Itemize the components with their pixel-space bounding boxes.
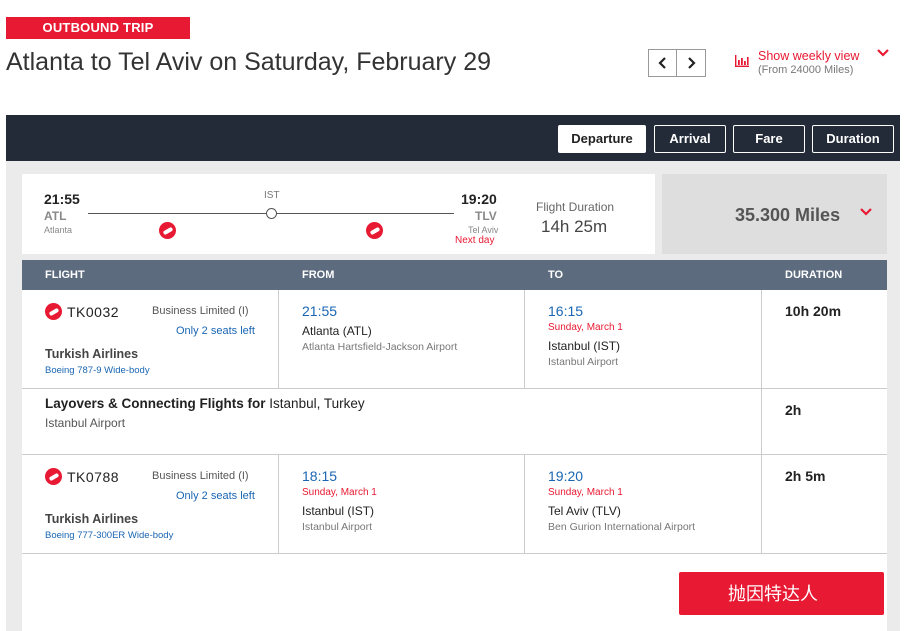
to-airport: Istanbul Airport [548, 356, 619, 368]
segment-duration: 10h 20m [785, 303, 842, 319]
cabin-class: Business Limited (I) [152, 470, 249, 482]
turkish-airlines-logo-icon [45, 468, 62, 485]
to-airport: Ben Gurion International Airport [548, 521, 696, 533]
to-date: Sunday, March 1 [548, 487, 623, 498]
layover-heading: Layovers & Connecting Flights for [45, 396, 266, 411]
divider [22, 454, 887, 455]
arrival-city: Tel Aviv [468, 225, 499, 235]
miles-price-toggle[interactable]: 35.300 Miles [662, 174, 887, 254]
from-city: Atlanta (ATL) [302, 324, 372, 338]
from-airport: Atlanta Hartsfield-Jackson Airport [302, 341, 458, 353]
layover-title: Layovers & Connecting Flights for Istanb… [45, 396, 365, 411]
seats-left: Only 2 seats left [176, 325, 255, 337]
divider [761, 454, 762, 553]
segment-duration: 2h 5m [785, 468, 826, 484]
turkish-airlines-logo-icon [366, 222, 383, 239]
arrival-code: TLV [475, 209, 497, 223]
cabin-class: Business Limited (I) [152, 305, 249, 317]
airline-name: Turkish Airlines [45, 512, 139, 526]
stopover-code: IST [264, 190, 280, 201]
divider [22, 388, 887, 389]
divider [278, 454, 279, 553]
chevron-right-icon [688, 57, 696, 69]
flight-duration-value: 14h 25m [541, 217, 608, 236]
layover-place: Istanbul, Turkey [269, 396, 365, 411]
from-date: Sunday, March 1 [302, 487, 377, 498]
next-day-button[interactable] [677, 49, 706, 77]
watermark-text: 抛因特达人 [728, 584, 818, 604]
flight-number: TK0788 [67, 469, 120, 485]
chevron-down-icon [860, 208, 872, 216]
to-city: Tel Aviv (TLV) [548, 504, 621, 518]
from-airport: Istanbul Airport [302, 521, 373, 533]
column-header-to: TO [548, 269, 564, 281]
date-navigation [648, 49, 706, 77]
chevron-down-icon [877, 49, 889, 57]
sort-duration-button[interactable]: Duration [812, 125, 894, 153]
aircraft-type-link[interactable]: Boeing 777-300ER Wide-body [45, 530, 173, 541]
departure-time: 21:55 [44, 191, 80, 207]
arrival-time: 19:20 [461, 191, 497, 207]
layover-duration: 2h [785, 402, 802, 418]
bar-chart-icon [735, 55, 749, 67]
flight-results-panel: Departure Arrival Fare Duration 21:55 AT… [6, 115, 900, 631]
divider [22, 553, 887, 554]
stopover-dot [266, 208, 277, 219]
divider [278, 290, 279, 388]
flight-number: TK0032 [67, 304, 120, 320]
departure-city: Atlanta [44, 225, 73, 235]
sort-arrival-button[interactable]: Arrival [654, 125, 726, 153]
to-date: Sunday, March 1 [548, 322, 623, 333]
aircraft-type-link[interactable]: Boeing 787-9 Wide-body [45, 365, 150, 376]
sort-fare-button[interactable]: Fare [733, 125, 805, 153]
turkish-airlines-logo-icon [159, 222, 176, 239]
sort-departure-button[interactable]: Departure [558, 125, 646, 153]
departure-code: ATL [44, 209, 67, 223]
turkish-airlines-logo-icon [45, 303, 62, 320]
column-header-duration: DURATION [785, 269, 843, 281]
next-day-note: Next day [455, 235, 495, 246]
column-header-from: FROM [302, 269, 335, 281]
from-time: 21:55 [302, 303, 338, 319]
divider [524, 290, 525, 388]
previous-day-button[interactable] [648, 49, 677, 77]
table-header: FLIGHT FROM TO DURATION [22, 260, 887, 290]
weekly-view-label: Show weekly view [758, 49, 860, 63]
outbound-trip-badge: OUTBOUND TRIP [6, 17, 190, 39]
flight-duration-label: Flight Duration [536, 200, 615, 214]
divider [524, 454, 525, 553]
layover-airport: Istanbul Airport [45, 416, 126, 430]
chevron-left-icon [657, 57, 666, 69]
column-header-flight: FLIGHT [45, 269, 85, 281]
airline-name: Turkish Airlines [45, 347, 139, 361]
itinerary-summary[interactable]: 21:55 ATL Atlanta IST 19:20 TLV Tel Aviv… [22, 174, 655, 254]
seats-left: Only 2 seats left [176, 490, 255, 502]
sort-bar: Departure Arrival Fare Duration [6, 115, 900, 161]
from-time: 18:15 [302, 468, 338, 484]
to-time: 16:15 [548, 303, 584, 319]
divider [761, 388, 762, 454]
page-title: Atlanta to Tel Aviv on Saturday, Februar… [6, 48, 492, 76]
weekly-view-min-miles: (From 24000 Miles) [758, 64, 854, 76]
to-time: 19:20 [548, 468, 584, 484]
divider [761, 290, 762, 388]
to-city: Istanbul (IST) [548, 339, 621, 353]
miles-price: 35.300 Miles [735, 205, 841, 225]
from-city: Istanbul (IST) [302, 504, 375, 518]
